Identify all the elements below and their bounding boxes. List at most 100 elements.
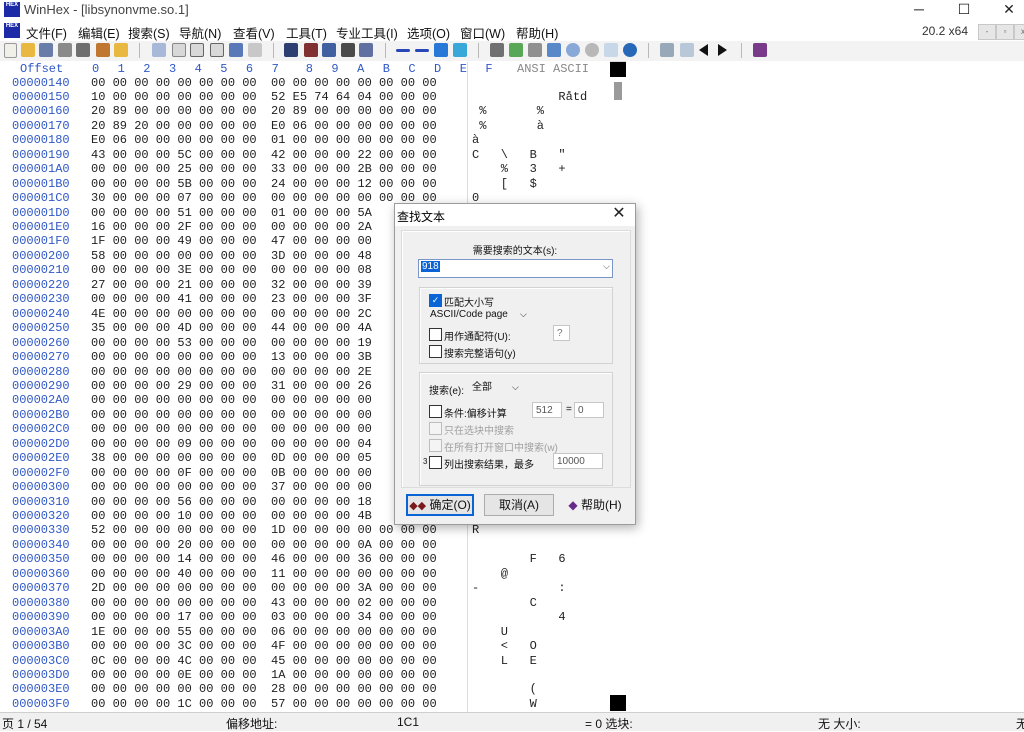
condition-checkbox[interactable] — [429, 405, 442, 418]
copy-block-icon[interactable] — [190, 43, 204, 57]
goto-sector-icon[interactable] — [415, 49, 429, 52]
row-hex-bytes[interactable]: 58 00 00 00 00 00 00 00 3D 00 00 00 48 — [91, 249, 372, 263]
row-hex-bytes[interactable]: 00 00 00 00 14 00 00 00 46 00 00 00 36 0… — [91, 552, 437, 566]
menu-edit[interactable]: 编辑(E) — [78, 23, 120, 42]
paste-write-icon[interactable] — [229, 43, 243, 57]
row-hex-bytes[interactable]: 00 00 00 00 56 00 00 00 00 00 00 00 18 — [91, 495, 372, 509]
copy-icon[interactable] — [172, 43, 186, 57]
row-hex-bytes[interactable]: 00 00 00 00 5B 00 00 00 24 00 00 00 12 0… — [91, 177, 437, 191]
row-hex-bytes[interactable]: 2D 00 00 00 00 00 00 00 00 00 00 00 3A 0… — [91, 581, 437, 595]
row-hex-bytes[interactable]: 00 00 00 00 40 00 00 00 11 00 00 00 00 0… — [91, 567, 437, 581]
row-hex-bytes[interactable]: E0 06 00 00 00 00 00 00 01 00 00 00 00 0… — [91, 133, 437, 147]
scroll-up-button[interactable] — [610, 62, 626, 77]
disk-editor-icon[interactable] — [490, 43, 504, 57]
row-hex-bytes[interactable]: 00 00 00 00 00 00 00 00 13 00 00 00 3B — [91, 350, 372, 364]
menu-search[interactable]: 搜索(S) — [128, 23, 170, 42]
row-ascii[interactable]: W — [472, 697, 537, 711]
row-hex-bytes[interactable]: 4E 00 00 00 00 00 00 00 00 00 00 00 2C — [91, 307, 372, 321]
row-hex-bytes[interactable]: 00 00 00 00 10 00 00 00 00 00 00 00 4B — [91, 509, 372, 523]
print-icon[interactable] — [58, 43, 72, 57]
row-ascii[interactable]: C — [472, 596, 537, 610]
row-hex-bytes[interactable]: 00 00 00 00 41 00 00 00 23 00 00 00 3F — [91, 292, 372, 306]
row-ascii[interactable]: ( — [472, 682, 537, 696]
row-ascii[interactable]: % 3 + — [472, 162, 566, 176]
row-ascii[interactable]: C \ B " — [472, 148, 566, 162]
minimize-button[interactable]: ─ — [896, 0, 942, 20]
row-hex-bytes[interactable]: 1F 00 00 00 49 00 00 00 47 00 00 00 00 — [91, 234, 372, 248]
new-file-icon[interactable] — [4, 43, 17, 58]
row-ascii[interactable]: % à — [472, 119, 544, 133]
chevron-down-icon[interactable]: ⌵ — [603, 261, 610, 272]
row-hex-bytes[interactable]: 00 00 00 00 29 00 00 00 31 00 00 00 26 — [91, 379, 372, 393]
scroll-down-button[interactable] — [610, 695, 626, 711]
row-ascii[interactable]: [ $ — [472, 177, 537, 191]
mdi-close-button[interactable]: x — [1014, 24, 1024, 40]
only-block-checkbox[interactable] — [429, 422, 442, 435]
close-window-button[interactable]: ✕ — [986, 0, 1024, 20]
menu-navigate[interactable]: 导航(N) — [179, 23, 221, 42]
row-hex-bytes[interactable]: 00 00 00 00 00 00 00 00 00 00 00 00 2E — [91, 365, 372, 379]
row-hex-bytes[interactable]: 1E 00 00 00 55 00 00 00 06 00 00 00 00 0… — [91, 625, 437, 639]
row-hex-bytes[interactable]: 20 89 00 00 00 00 00 00 20 89 00 00 00 0… — [91, 104, 437, 118]
cancel-button[interactable]: 取消(A) — [484, 494, 554, 516]
row-hex-bytes[interactable]: 00 00 00 00 00 00 00 00 43 00 00 00 02 0… — [91, 596, 437, 610]
row-hex-bytes[interactable]: 00 00 00 00 00 00 00 00 00 00 00 00 00 — [91, 408, 372, 422]
row-hex-bytes[interactable]: 00 00 00 00 20 00 00 00 00 00 00 00 0A 0… — [91, 538, 437, 552]
row-hex-bytes[interactable]: 52 00 00 00 00 00 00 00 1D 00 00 00 00 0… — [91, 523, 437, 537]
row-hex-bytes[interactable]: 00 00 00 00 17 00 00 00 03 00 00 00 34 0… — [91, 610, 437, 624]
row-hex-bytes[interactable]: 43 00 00 00 5C 00 00 00 42 00 00 00 22 0… — [91, 148, 437, 162]
document-icon[interactable]: HEX — [4, 23, 20, 38]
row-hex-bytes[interactable]: 00 00 00 00 25 00 00 00 33 00 00 00 2B 0… — [91, 162, 437, 176]
row-hex-bytes[interactable]: 00 00 00 00 3C 00 00 00 4F 00 00 00 00 0… — [91, 639, 437, 653]
calculator-icon[interactable] — [547, 43, 561, 57]
open-folder-icon[interactable] — [21, 43, 35, 57]
condition-modulo-field[interactable]: 512 — [532, 402, 562, 418]
properties-icon[interactable] — [76, 43, 90, 57]
menu-tools[interactable]: 工具(T) — [286, 23, 327, 42]
row-hex-bytes[interactable]: 10 00 00 00 00 00 00 00 52 E5 74 64 04 0… — [91, 90, 437, 104]
scroll-thumb[interactable] — [614, 82, 622, 100]
find-text-icon[interactable] — [284, 43, 298, 57]
directory-browser-icon[interactable] — [680, 43, 694, 57]
ok-button[interactable]: ◆◆ 确定(O) — [406, 494, 474, 516]
row-ascii[interactable]: % % — [472, 104, 544, 118]
row-hex-bytes[interactable]: 00 00 00 00 1C 00 00 00 57 00 00 00 00 0… — [91, 697, 437, 711]
find-hex-icon[interactable] — [304, 43, 318, 57]
row-ascii[interactable]: < O — [472, 639, 537, 653]
mdi-minimize-button[interactable]: - — [978, 24, 996, 40]
row-ascii[interactable]: F 6 — [472, 552, 566, 566]
row-hex-bytes[interactable]: 00 00 00 00 53 00 00 00 00 00 00 00 19 — [91, 336, 372, 350]
all-windows-checkbox[interactable] — [429, 439, 442, 452]
list-results-checkbox[interactable] — [429, 456, 442, 469]
previous-icon[interactable] — [699, 44, 708, 56]
hex-edit-icon[interactable] — [248, 43, 262, 57]
row-hex-bytes[interactable]: 00 00 00 00 00 00 00 00 37 00 00 00 00 — [91, 480, 372, 494]
menu-file[interactable]: 文件(F) — [26, 23, 67, 42]
settings-gear-icon[interactable] — [623, 43, 637, 57]
replace-hex-icon[interactable] — [341, 43, 355, 57]
menu-window[interactable]: 窗口(W) — [460, 23, 505, 42]
wildcard-checkbox[interactable] — [429, 328, 442, 341]
help-book-icon[interactable] — [753, 43, 767, 57]
zoom-icon[interactable] — [566, 43, 580, 57]
row-hex-bytes[interactable]: 16 00 00 00 2F 00 00 00 00 00 00 00 2A — [91, 220, 372, 234]
row-hex-bytes[interactable]: 0C 00 00 00 4C 00 00 00 45 00 00 00 00 0… — [91, 654, 437, 668]
match-case-checkbox[interactable]: ✓ — [429, 294, 442, 307]
row-hex-bytes[interactable]: 00 00 00 00 3E 00 00 00 00 00 00 00 08 — [91, 263, 372, 277]
replace-text-icon[interactable] — [322, 43, 336, 57]
row-hex-bytes[interactable]: 00 00 00 00 09 00 00 00 00 00 00 00 04 — [91, 437, 372, 451]
menu-options[interactable]: 选项(O) — [407, 23, 450, 42]
row-hex-bytes[interactable]: 00 00 00 00 00 00 00 00 00 00 00 00 00 — [91, 393, 372, 407]
next-icon[interactable] — [718, 44, 727, 56]
analysis-icon[interactable] — [604, 43, 618, 57]
forward-arrow-icon[interactable] — [453, 43, 467, 57]
save-icon[interactable] — [39, 43, 53, 57]
row-ascii[interactable]: 4 — [472, 610, 565, 624]
row-ascii[interactable]: @ — [472, 567, 508, 581]
maximize-button[interactable]: ☐ — [941, 0, 987, 20]
menu-view[interactable]: 查看(V) — [233, 23, 275, 42]
open-folder-2-icon[interactable] — [114, 43, 128, 57]
case-data-icon[interactable] — [660, 43, 674, 57]
row-ascii[interactable]: R — [472, 523, 479, 537]
help-button[interactable]: ◆ 帮助(H) — [563, 494, 627, 516]
